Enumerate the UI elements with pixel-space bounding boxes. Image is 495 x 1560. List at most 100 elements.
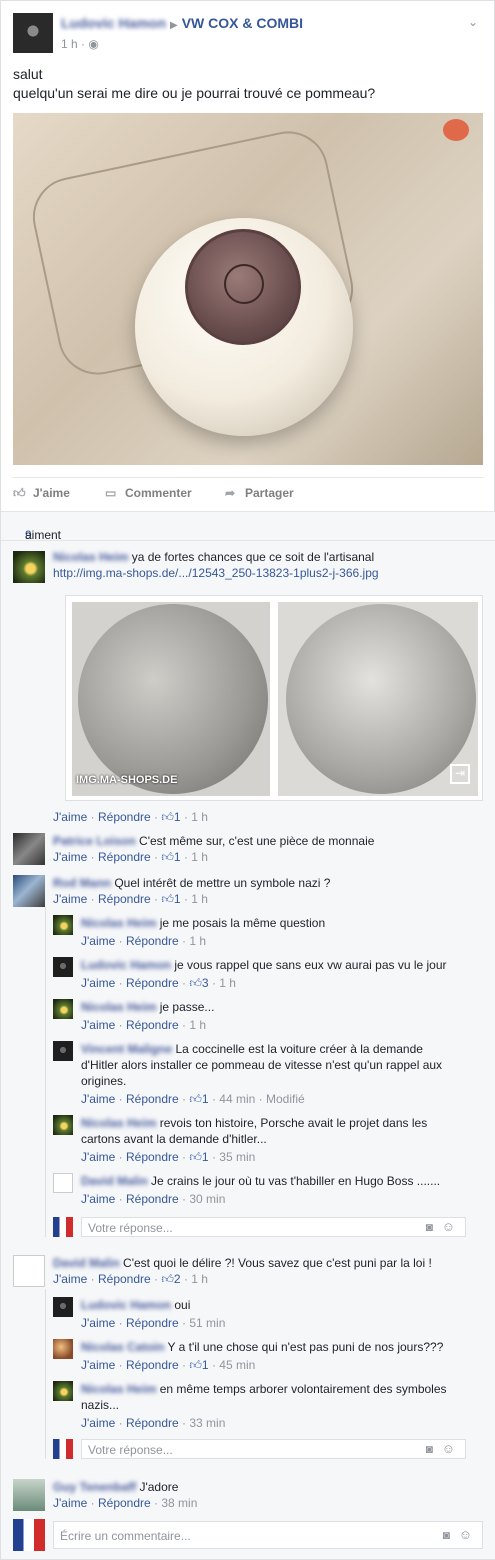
reply-author[interactable]: David Malin	[81, 1174, 148, 1188]
reply-time[interactable]: 1 h	[189, 1018, 206, 1032]
reply-reply-link[interactable]: Répondre	[126, 934, 179, 948]
reply-reply-link[interactable]: Répondre	[126, 976, 179, 990]
reply-time[interactable]: 30 min	[189, 1192, 225, 1206]
reply-time[interactable]: 1 h	[219, 976, 236, 990]
reply-like-link[interactable]: J'aime	[81, 1150, 115, 1164]
replier-avatar[interactable]	[53, 999, 73, 1019]
comment-like-link[interactable]: J'aime	[53, 850, 87, 864]
reply-reply-link[interactable]: Répondre	[126, 1192, 179, 1206]
reply-time[interactable]: 44 min	[219, 1092, 255, 1106]
link-preview[interactable]: IMG.MA-SHOPS.DE ⇥	[65, 595, 483, 801]
emoji-icon[interactable]: ☺	[442, 1441, 455, 1456]
comment-link[interactable]: http://img.ma-shops.de/.../12543_250-138…	[53, 565, 483, 581]
replier-avatar[interactable]	[53, 1173, 73, 1193]
comment-like-link[interactable]: J'aime	[53, 892, 87, 906]
comment-like-link[interactable]: J'aime	[53, 1496, 87, 1510]
comment-author[interactable]: Guy Tenenbaff	[53, 1480, 136, 1494]
comment-reply-link[interactable]: Répondre	[98, 1272, 151, 1286]
post-time[interactable]: 1 h	[61, 37, 78, 51]
author-name[interactable]: Ludovic Hamon	[61, 15, 166, 31]
commenter-avatar[interactable]	[13, 833, 45, 865]
comment-input[interactable]: Écrire un commentaire... ◙ ☺	[53, 1521, 483, 1549]
reply-time[interactable]: 1 h	[189, 934, 206, 948]
comment-like-count[interactable]: 2	[174, 1272, 181, 1286]
comment-time[interactable]: 1 h	[191, 810, 208, 824]
post-photo[interactable]	[13, 113, 483, 465]
reply-like-link[interactable]: J'aime	[81, 1316, 115, 1330]
emoji-icon[interactable]: ☺	[459, 1527, 472, 1542]
reply-author[interactable]: Nicolas Heim	[81, 1382, 156, 1396]
reply-author[interactable]: Nicolas Heim	[81, 916, 156, 930]
comment-like-count[interactable]: 1	[174, 810, 181, 824]
commenter-avatar[interactable]	[13, 1479, 45, 1511]
reply-like-count[interactable]: 1	[202, 1358, 209, 1372]
reply-author[interactable]: Nicolas Heim	[81, 1116, 156, 1130]
reply-like-count[interactable]: 1	[202, 1092, 209, 1106]
comment-time[interactable]: 1 h	[191, 1272, 208, 1286]
replier-avatar[interactable]	[53, 1115, 73, 1135]
reply-like-count[interactable]: 3	[202, 976, 209, 990]
comment-author[interactable]: David Malin	[53, 1256, 120, 1270]
replier-avatar[interactable]	[53, 1339, 73, 1359]
commenter-avatar[interactable]	[13, 875, 45, 907]
reply-author[interactable]: Ludovic Hamon	[81, 958, 171, 972]
reply-like-count[interactable]: 1	[202, 1150, 209, 1164]
reply-time[interactable]: 35 min	[219, 1150, 255, 1164]
reply-reply-link[interactable]: Répondre	[126, 1150, 179, 1164]
reply-like-link[interactable]: J'aime	[81, 1018, 115, 1032]
chevron-down-icon[interactable]: ⌄	[468, 15, 482, 29]
reply-reply-link[interactable]: Répondre	[126, 1358, 179, 1372]
replier-avatar[interactable]	[53, 957, 73, 977]
reply-time[interactable]: 51 min	[189, 1316, 225, 1330]
reply-like-link[interactable]: J'aime	[81, 1092, 115, 1106]
reply-reply-link[interactable]: Répondre	[126, 1092, 179, 1106]
comment-like-count[interactable]: 1	[174, 850, 181, 864]
like-button[interactable]: 👍︎ J'aime	[13, 486, 70, 501]
comment-reply-link[interactable]: Répondre	[98, 892, 151, 906]
share-button[interactable]: ➦ Partager	[225, 486, 294, 500]
emoji-icon[interactable]: ☺	[442, 1219, 455, 1234]
comment-like-link[interactable]: J'aime	[53, 1272, 87, 1286]
replier-avatar[interactable]	[53, 1297, 73, 1317]
reply-author[interactable]: Nicolas Heim	[81, 1000, 156, 1014]
reply-author[interactable]: Vincent Maligne	[81, 1042, 172, 1056]
replier-avatar[interactable]	[53, 1381, 73, 1401]
reply-time[interactable]: 45 min	[219, 1358, 255, 1372]
reply-reply-link[interactable]: Répondre	[126, 1416, 179, 1430]
comment-reply-link[interactable]: Répondre	[98, 810, 151, 824]
comment-time[interactable]: 1 h	[191, 850, 208, 864]
comment-time[interactable]: 1 h	[191, 892, 208, 906]
author-avatar[interactable]	[13, 13, 53, 53]
group-name[interactable]: VW COX & COMBI	[182, 15, 303, 31]
replier-avatar[interactable]	[53, 915, 73, 935]
reply-like-link[interactable]: J'aime	[81, 1192, 115, 1206]
reply-like-link[interactable]: J'aime	[81, 1358, 115, 1372]
comment-author[interactable]: Nicolas Heim	[53, 550, 128, 564]
camera-icon[interactable]: ◙	[443, 1528, 450, 1542]
reply-time[interactable]: 33 min	[189, 1416, 225, 1430]
comment-like-count[interactable]: 1	[174, 892, 181, 906]
comment-reply-link[interactable]: Répondre	[98, 1496, 151, 1510]
comment-like-link[interactable]: J'aime	[53, 810, 87, 824]
reply-input[interactable]: Votre réponse... ◙ ☺	[81, 1439, 466, 1459]
reply-reply-link[interactable]: Répondre	[126, 1316, 179, 1330]
reply-author[interactable]: Ludovic Hamon	[81, 1298, 171, 1312]
reply-author[interactable]: Nicolas Catoin	[81, 1340, 164, 1354]
replier-avatar[interactable]	[53, 1041, 73, 1061]
reply-like-link[interactable]: J'aime	[81, 934, 115, 948]
camera-icon[interactable]: ◙	[426, 1220, 433, 1234]
camera-icon[interactable]: ◙	[426, 1442, 433, 1456]
reply-like-link[interactable]: J'aime	[81, 1416, 115, 1430]
comment-author[interactable]: Patrice Loison	[53, 834, 136, 848]
reply-input[interactable]: Votre réponse... ◙ ☺	[81, 1217, 466, 1237]
comment-author[interactable]: Rod Mann	[53, 876, 111, 890]
reply-like-link[interactable]: J'aime	[81, 976, 115, 990]
reply-reply-link[interactable]: Répondre	[126, 1018, 179, 1032]
reply-modified[interactable]: Modifié	[266, 1092, 305, 1106]
commenter-avatar[interactable]	[13, 551, 45, 583]
comment-time[interactable]: 38 min	[161, 1496, 197, 1510]
commenter-avatar[interactable]	[13, 1255, 45, 1287]
comment-button[interactable]: ▭ Commenter	[105, 486, 192, 500]
comment-reply-link[interactable]: Répondre	[98, 850, 151, 864]
external-link-icon[interactable]: ⇥	[450, 764, 470, 784]
